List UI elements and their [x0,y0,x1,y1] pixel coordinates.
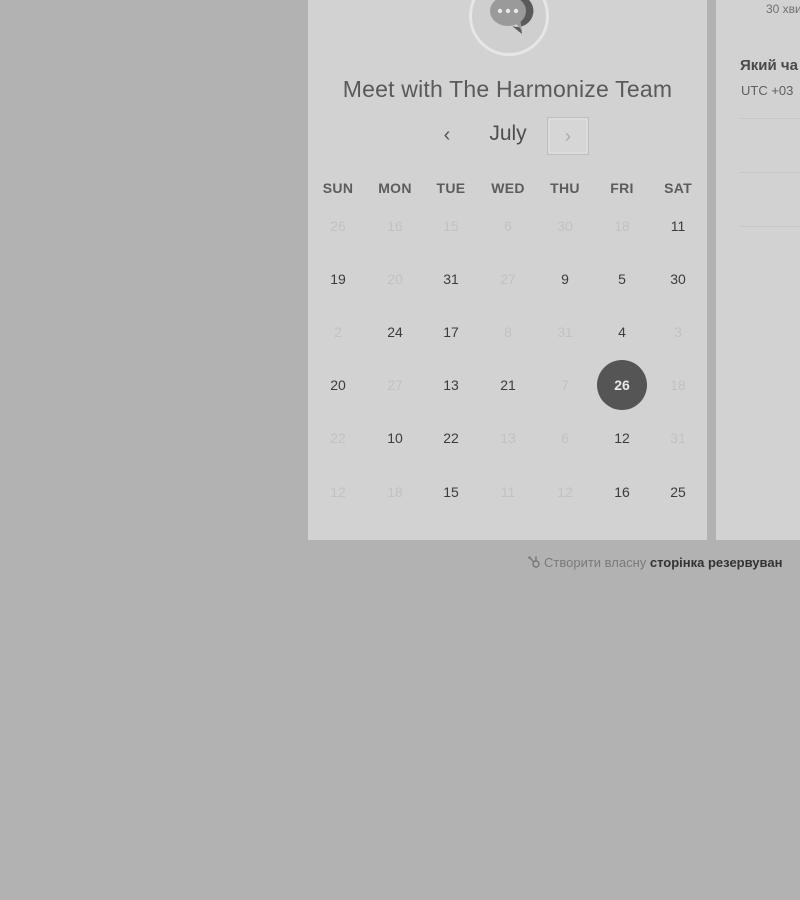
weekday-label: FRI [610,180,634,196]
day-cell-unavailable: 18 [387,484,403,500]
weekday-label: SUN [322,180,354,196]
day-cell[interactable]: 20 [313,360,363,410]
day-cell-unavailable: 16 [387,218,403,234]
details-panel [716,0,800,540]
day-cell[interactable]: 31 [426,254,476,304]
month-label: July [489,122,527,145]
day-cell[interactable]: 21 [483,360,533,410]
sprocket-icon [528,556,540,568]
chevron-right-icon: › [565,126,571,146]
weekday-label: THU [550,180,580,196]
divider [740,172,800,173]
divider [740,118,800,119]
page-title: Meet with The Harmonize Team [342,76,673,102]
day-cell-unavailable: 3 [674,324,682,340]
day-cell[interactable]: 13 [426,360,476,410]
day-cell-unavailable: 27 [500,271,516,287]
day-cell[interactable]: 17 [426,307,476,357]
day-cell-unavailable: 18 [670,377,686,393]
day-cell[interactable]: 4 [597,307,647,357]
day-cell-unavailable: 26 [330,218,346,234]
weekday-label: SAT [664,180,692,196]
day-cell[interactable]: 10 [370,413,420,463]
selected-day[interactable]: 26 [597,360,647,410]
day-cell-unavailable: 13 [500,430,516,446]
weekday-label: MON [378,180,412,196]
time-question-heading: Який ча [740,57,798,74]
day-cell[interactable]: 19 [313,254,363,304]
day-cell[interactable]: 30 [653,254,703,304]
footer-link[interactable]: Створити власну сторінка резервуван [527,555,782,570]
day-cell[interactable]: 11 [653,201,703,251]
day-cell-unavailable: 20 [387,271,403,287]
day-cell[interactable]: 22 [426,413,476,463]
prev-month-button[interactable]: ‹ [432,118,462,152]
day-cell[interactable]: 25 [653,467,703,517]
weekday-header: SUN MON TUE WED THU FRI SAT [309,180,707,200]
day-cell[interactable]: 5 [597,254,647,304]
footer-text: Створити власну [544,555,650,570]
day-cell-unavailable: 7 [561,377,569,393]
day-cell-unavailable: 18 [614,218,630,234]
divider [740,226,800,227]
weekday-label: WED [491,180,525,196]
day-cell-unavailable: 12 [330,484,346,500]
day-cell[interactable]: 24 [370,307,420,357]
day-cell[interactable]: 15 [426,467,476,517]
footer-brand: сторінка резервуван [649,555,783,570]
day-cell-unavailable: 11 [500,484,516,500]
day-cell-unavailable: 22 [330,430,346,446]
day-cell-unavailable: 15 [443,218,459,234]
day-cell[interactable]: 16 [597,467,647,517]
chevron-left-icon: ‹ [443,124,451,146]
day-cell[interactable]: 9 [540,254,590,304]
day-cell-unavailable: 6 [504,218,512,234]
day-cell-unavailable: 8 [504,324,512,340]
day-cell-unavailable: 6 [561,430,569,446]
day-cell-unavailable: 12 [557,484,573,500]
calendar-grid: 26 16 15 6 30 18 11 19 20 31 27 9 5 30 2 24 17 8 31 4 3 20 27 1… [309,200,707,530]
day-cell-unavailable: 27 [387,377,403,393]
next-month-button[interactable]: › [547,117,589,155]
day-cell-unavailable: 2 [334,324,342,340]
timezone-selector[interactable]: UTC +03 [741,83,793,98]
day-cell-unavailable: 31 [557,324,573,340]
day-cell[interactable]: 12 [597,413,647,463]
weekday-label: TUE [436,180,466,196]
meeting-duration: 30 хви [766,2,800,16]
day-cell-unavailable: 30 [557,218,573,234]
day-cell-unavailable: 31 [670,430,686,446]
chat-bubble-icon [490,0,534,34]
